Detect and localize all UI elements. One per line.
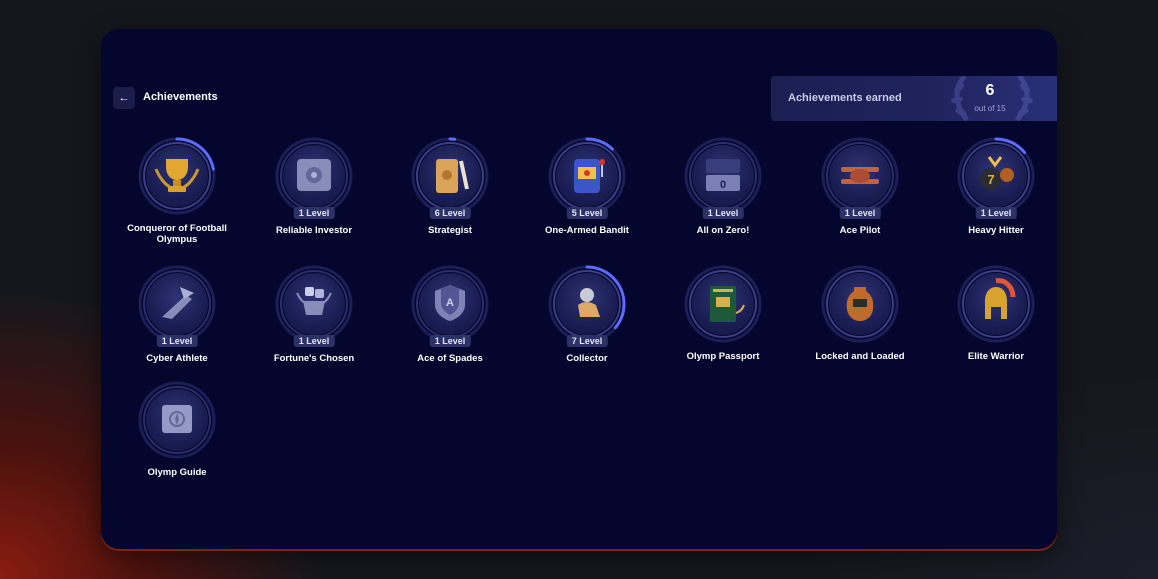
achievement-name: Heavy Hitter (968, 225, 1024, 236)
slot-machine-icon (556, 145, 618, 207)
cup-dice-icon (283, 273, 345, 335)
level-badge: 1 Level (156, 335, 198, 347)
achievement-name: Cyber Athlete (146, 353, 208, 364)
page-title: Achievements (143, 91, 218, 103)
achievement-card[interactable]: A 1 Level Ace of Spades (382, 265, 518, 383)
achievements-total: out of 15 (974, 104, 1006, 113)
level-badge: 7 Level (566, 335, 608, 347)
achievement-name: Locked and Loaded (815, 351, 905, 362)
achievement-name: Strategist (428, 225, 472, 236)
level-badge: 1 Level (839, 207, 881, 219)
achievement-card[interactable]: 0 1 Level All on Zero! (655, 137, 791, 255)
achievement-card[interactable]: 7 Level Collector (519, 265, 655, 383)
achievement-name: Reliable Investor (275, 225, 353, 236)
achievement-card[interactable]: Olymp Guide (109, 381, 245, 499)
achievement-name: All on Zero! (696, 225, 750, 236)
achievements-panel: ← Achievements Achievements earned 6 out… (101, 29, 1057, 549)
level-badge: 1 Level (293, 335, 335, 347)
achievement-card[interactable]: 1 Level Cyber Athlete (109, 265, 245, 383)
achievement-card[interactable]: 7 1 Level Heavy Hitter (928, 137, 1057, 255)
hand-coin-icon (556, 273, 618, 335)
achievement-card[interactable]: Elite Warrior (928, 265, 1057, 383)
svg-text:A: A (446, 297, 454, 309)
achievement-card[interactable]: 6 Level Strategist (382, 137, 518, 255)
achievement-name: Collector (566, 353, 608, 364)
scroll-quill-icon (419, 145, 481, 207)
svg-text:0: 0 (720, 179, 726, 191)
svg-text:7: 7 (987, 172, 994, 187)
achievement-card[interactable]: Olymp Passport (655, 265, 791, 383)
level-badge: 1 Level (293, 207, 335, 219)
biplane-icon (829, 145, 891, 207)
achievement-name: Ace of Spades (417, 353, 483, 364)
achievements-earned-count: 6 (985, 82, 995, 99)
achievement-name: Olymp Passport (686, 351, 760, 362)
level-badge: 1 Level (429, 335, 471, 347)
achievement-card[interactable]: 1 Level Ace Pilot (792, 137, 928, 255)
achievement-card[interactable]: 5 Level One-Armed Bandit (519, 137, 655, 255)
calendar-zero-icon: 0 (692, 145, 754, 207)
achievement-name: One-Armed Bandit (545, 225, 629, 236)
achievement-card[interactable]: 1 Level Reliable Investor (246, 137, 382, 255)
back-button[interactable]: ← (113, 87, 135, 109)
trophy-cup-icon (146, 145, 208, 207)
achievement-name: Conqueror of Football Olympus (127, 223, 227, 245)
spade-shield-icon: A (419, 273, 481, 335)
achievements-earned-label: Achievements earned (788, 92, 902, 104)
level-badge: 6 Level (429, 207, 471, 219)
seven-ball-icon: 7 (965, 145, 1027, 207)
achievement-name: Elite Warrior (967, 351, 1025, 362)
achievement-name: Olymp Guide (147, 467, 207, 478)
amphora-icon (829, 273, 891, 335)
winged-sandal-icon (146, 273, 208, 335)
achievement-card[interactable]: Locked and Loaded (792, 265, 928, 383)
achievement-name: Ace Pilot (839, 225, 881, 236)
level-badge: 1 Level (975, 207, 1017, 219)
level-badge: 1 Level (702, 207, 744, 219)
achievement-card[interactable]: 1 Level Fortune's Chosen (246, 265, 382, 383)
safe-icon (283, 145, 345, 207)
achievements-earned-card: Achievements earned 6 out of 15 (771, 76, 1057, 121)
passport-icon (692, 273, 754, 335)
achievement-name: Fortune's Chosen (273, 353, 355, 364)
level-badge: 5 Level (566, 207, 608, 219)
spartan-helmet-icon (965, 273, 1027, 335)
map-scroll-icon (146, 389, 208, 451)
achievement-card[interactable]: Conqueror of Football Olympus (109, 137, 245, 255)
arrow-left-icon: ← (118, 92, 130, 104)
